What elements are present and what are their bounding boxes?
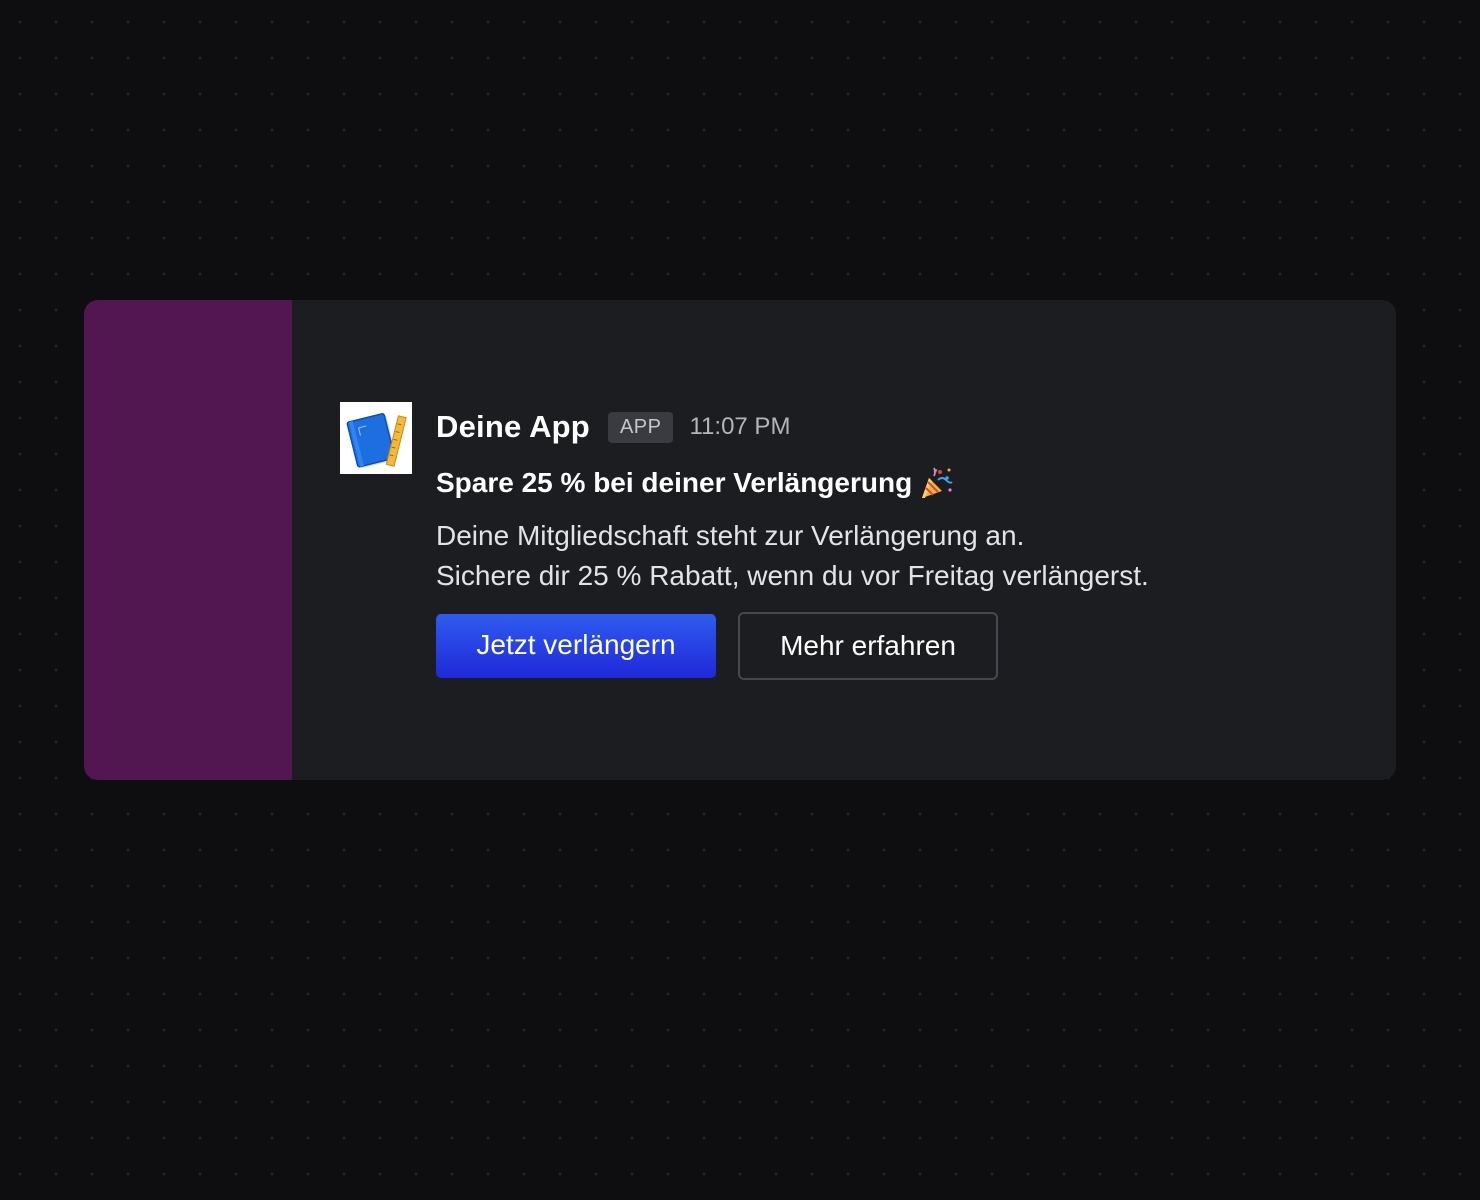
message-header: Deine App APP 11:07 PM bbox=[436, 406, 790, 448]
party-popper-icon bbox=[922, 467, 953, 498]
message-content: Deine App APP 11:07 PM Spare 25 % bei de… bbox=[292, 300, 1396, 780]
renew-now-button[interactable]: Jetzt verlängern bbox=[436, 614, 716, 678]
learn-more-button[interactable]: Mehr erfahren bbox=[738, 612, 998, 680]
blueprint-notebook-icon bbox=[340, 402, 412, 474]
accent-panel bbox=[84, 300, 292, 780]
headline: Spare 25 % bei deiner Verlängerung bbox=[436, 466, 954, 500]
body-line-1: Deine Mitgliedschaft steht zur Verlänger… bbox=[436, 520, 1025, 551]
app-name[interactable]: Deine App bbox=[436, 409, 590, 445]
notification-card: Deine App APP 11:07 PM Spare 25 % bei de… bbox=[84, 300, 1396, 780]
message-body: Deine Mitgliedschaft steht zur Verlänger… bbox=[436, 516, 1149, 596]
app-badge: APP bbox=[607, 411, 674, 443]
body-line-2: Sichere dir 25 % Rabatt, wenn du vor Fre… bbox=[436, 560, 1149, 591]
timestamp[interactable]: 11:07 PM bbox=[689, 413, 790, 441]
headline-text: Spare 25 % bei deiner Verlängerung bbox=[436, 467, 913, 498]
